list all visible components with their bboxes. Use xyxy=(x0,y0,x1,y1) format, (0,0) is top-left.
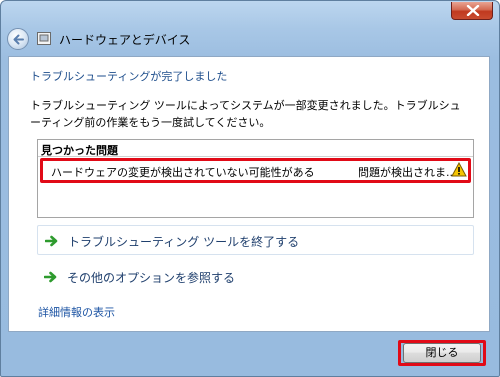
details-link[interactable]: 詳細情報の表示 xyxy=(38,304,115,320)
green-arrow-icon xyxy=(44,271,57,283)
green-arrow-icon xyxy=(45,235,58,247)
close-icon xyxy=(466,5,480,16)
action-label: トラブルシューティング ツールを終了する xyxy=(68,235,300,249)
warning-icon xyxy=(451,162,467,177)
navigation-bar: ハードウェアとデバイス xyxy=(0,24,498,54)
other-options-link[interactable]: その他のオプションを参照する xyxy=(37,262,474,292)
action-label: その他のオプションを参照する xyxy=(67,271,236,285)
window-title: ハードウェアとデバイス xyxy=(59,33,191,47)
page-heading: トラブルシューティングが完了しました xyxy=(30,70,228,83)
back-arrow-icon xyxy=(13,34,24,45)
back-button[interactable] xyxy=(7,28,29,50)
problem-status: 問題が検出されま... xyxy=(358,166,457,179)
close-button[interactable]: 閉じる xyxy=(403,343,481,363)
problem-text: ハードウェアの変更が検出されていない可能性がある xyxy=(51,166,315,179)
exit-troubleshooter-link[interactable]: トラブルシューティング ツールを終了する xyxy=(37,225,474,255)
window-close-button[interactable] xyxy=(451,2,493,20)
description-text: トラブルシューティング ツールによってシステムが一部変更されました。トラブルシュ… xyxy=(30,99,461,129)
divider xyxy=(38,156,473,157)
hardware-icon xyxy=(37,32,51,45)
